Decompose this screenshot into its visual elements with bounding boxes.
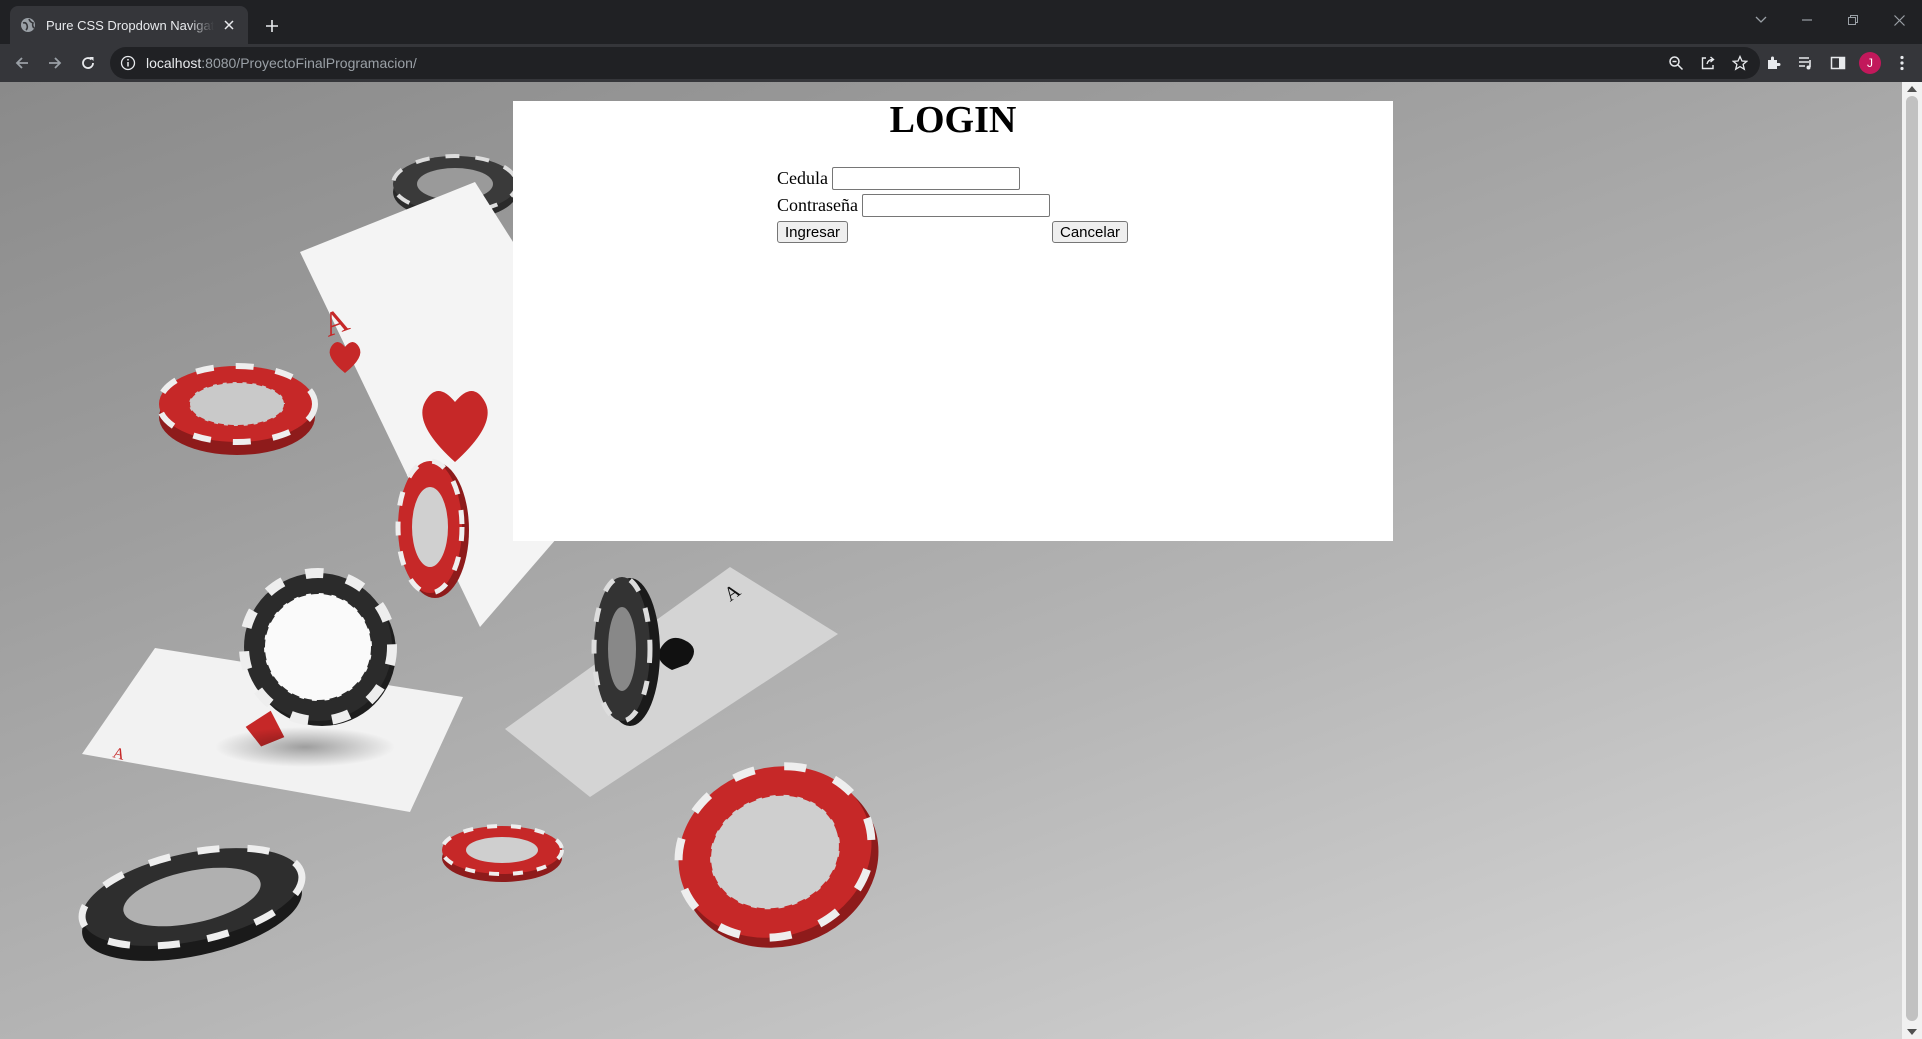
address-bar[interactable]: localhost:8080/ProyectoFinalProgramacion… xyxy=(110,47,1760,79)
cedula-label: Cedula xyxy=(777,168,828,188)
black-chip-vertical xyxy=(591,574,660,726)
browser-toolbar: localhost:8080/ProyectoFinalProgramacion… xyxy=(0,44,1922,82)
url-text: localhost:8080/ProyectoFinalProgramacion… xyxy=(146,55,417,71)
url-path: :8080/ProyectoFinalProgramacion/ xyxy=(201,55,417,71)
window-close-icon[interactable] xyxy=(1876,0,1922,40)
bottom-black-chip xyxy=(78,844,306,961)
star-icon[interactable] xyxy=(1730,53,1750,73)
chevron-down-icon[interactable] xyxy=(1738,0,1784,40)
scrollbar-thumb[interactable] xyxy=(1906,96,1918,1021)
side-panel-icon[interactable] xyxy=(1826,51,1850,75)
back-icon[interactable] xyxy=(6,47,38,79)
forward-icon[interactable] xyxy=(39,47,71,79)
info-icon[interactable] xyxy=(120,55,136,71)
restore-icon[interactable] xyxy=(1830,0,1876,40)
globe-icon xyxy=(20,17,36,33)
page-viewport: A A A LOGIN Cedula Contraseña Ingresar C… xyxy=(0,82,1902,1039)
menu-icon[interactable] xyxy=(1890,51,1914,75)
tab-title: Pure CSS Dropdown Navigation Bar xyxy=(46,17,214,33)
login-panel: LOGIN Cedula Contraseña Ingresar Cancela… xyxy=(513,101,1393,541)
red-chip-vertical xyxy=(395,458,469,598)
password-row: Contraseña xyxy=(777,192,1137,219)
scroll-down-arrow[interactable] xyxy=(1907,1029,1917,1035)
plus-icon[interactable] xyxy=(258,12,286,40)
login-form: Cedula Contraseña Ingresar Cancelar xyxy=(777,165,1137,246)
title-bar: Pure CSS Dropdown Navigation Bar xyxy=(0,0,1922,44)
red-chip xyxy=(156,363,318,455)
browser-tab[interactable]: Pure CSS Dropdown Navigation Bar xyxy=(10,6,248,44)
extensions-icon[interactable] xyxy=(1762,51,1786,75)
page-title: LOGIN xyxy=(889,99,1017,141)
big-red-chip xyxy=(674,762,879,948)
zoom-icon[interactable] xyxy=(1666,53,1686,73)
url-host: localhost xyxy=(146,55,202,71)
password-label: Contraseña xyxy=(777,195,858,215)
window-controls xyxy=(1738,0,1922,40)
reload-icon[interactable] xyxy=(72,47,104,79)
minimize-icon[interactable] xyxy=(1784,0,1830,40)
scroll-up-arrow[interactable] xyxy=(1907,86,1917,92)
button-row: Ingresar Cancelar xyxy=(777,219,1137,246)
media-icon[interactable] xyxy=(1794,51,1818,75)
close-icon[interactable] xyxy=(220,16,238,34)
cedula-input[interactable] xyxy=(832,167,1020,190)
password-input[interactable] xyxy=(861,194,1050,217)
ingresar-button[interactable]: Ingresar xyxy=(777,221,849,243)
avatar[interactable]: J xyxy=(1858,51,1882,75)
scrollbar[interactable] xyxy=(1902,82,1922,1039)
cedula-row: Cedula xyxy=(777,165,1137,192)
share-icon[interactable] xyxy=(1698,53,1718,73)
small-red-chip xyxy=(440,824,564,882)
cancelar-button[interactable]: Cancelar xyxy=(1052,221,1129,243)
